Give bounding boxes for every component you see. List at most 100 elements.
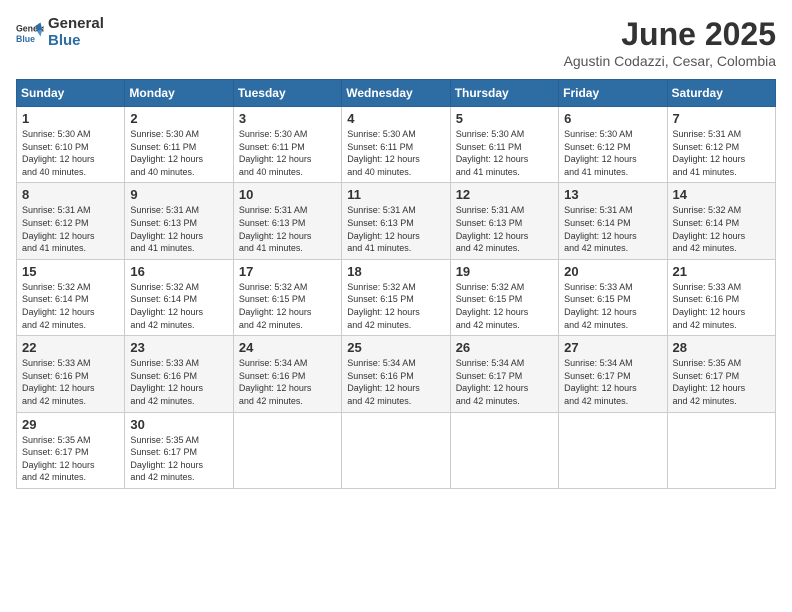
day-info: Sunrise: 5:31 AM Sunset: 6:13 PM Dayligh… [130, 204, 227, 254]
calendar-day-cell: 7 Sunrise: 5:31 AM Sunset: 6:12 PM Dayli… [667, 107, 775, 183]
day-number: 25 [347, 340, 444, 355]
day-number: 11 [347, 187, 444, 202]
day-number: 5 [456, 111, 553, 126]
day-number: 16 [130, 264, 227, 279]
calendar-header-row: SundayMondayTuesdayWednesdayThursdayFrid… [17, 80, 776, 107]
day-info: Sunrise: 5:31 AM Sunset: 6:13 PM Dayligh… [239, 204, 336, 254]
calendar-day-cell: 11 Sunrise: 5:31 AM Sunset: 6:13 PM Dayl… [342, 183, 450, 259]
calendar-day-cell: 28 Sunrise: 5:35 AM Sunset: 6:17 PM Dayl… [667, 336, 775, 412]
calendar-day-cell: 19 Sunrise: 5:32 AM Sunset: 6:15 PM Dayl… [450, 259, 558, 335]
day-number: 10 [239, 187, 336, 202]
calendar-day-cell: 21 Sunrise: 5:33 AM Sunset: 6:16 PM Dayl… [667, 259, 775, 335]
day-info: Sunrise: 5:34 AM Sunset: 6:17 PM Dayligh… [456, 357, 553, 407]
calendar-day-cell: 3 Sunrise: 5:30 AM Sunset: 6:11 PM Dayli… [233, 107, 341, 183]
day-info: Sunrise: 5:30 AM Sunset: 6:11 PM Dayligh… [130, 128, 227, 178]
day-number: 3 [239, 111, 336, 126]
calendar-day-cell [667, 412, 775, 488]
day-info: Sunrise: 5:32 AM Sunset: 6:15 PM Dayligh… [347, 281, 444, 331]
weekday-header: Thursday [450, 80, 558, 107]
calendar-week-row: 29 Sunrise: 5:35 AM Sunset: 6:17 PM Dayl… [17, 412, 776, 488]
calendar-day-cell: 16 Sunrise: 5:32 AM Sunset: 6:14 PM Dayl… [125, 259, 233, 335]
weekday-header: Saturday [667, 80, 775, 107]
day-info: Sunrise: 5:33 AM Sunset: 6:16 PM Dayligh… [673, 281, 770, 331]
day-info: Sunrise: 5:30 AM Sunset: 6:11 PM Dayligh… [456, 128, 553, 178]
weekday-header: Monday [125, 80, 233, 107]
calendar-day-cell: 5 Sunrise: 5:30 AM Sunset: 6:11 PM Dayli… [450, 107, 558, 183]
calendar-day-cell: 22 Sunrise: 5:33 AM Sunset: 6:16 PM Dayl… [17, 336, 125, 412]
header: General Blue General Blue June 2025 Agus… [16, 16, 776, 69]
calendar-day-cell: 23 Sunrise: 5:33 AM Sunset: 6:16 PM Dayl… [125, 336, 233, 412]
day-info: Sunrise: 5:30 AM Sunset: 6:11 PM Dayligh… [239, 128, 336, 178]
day-number: 20 [564, 264, 661, 279]
calendar-day-cell [233, 412, 341, 488]
calendar-day-cell [559, 412, 667, 488]
day-number: 24 [239, 340, 336, 355]
calendar-week-row: 8 Sunrise: 5:31 AM Sunset: 6:12 PM Dayli… [17, 183, 776, 259]
day-info: Sunrise: 5:32 AM Sunset: 6:14 PM Dayligh… [673, 204, 770, 254]
calendar-day-cell: 12 Sunrise: 5:31 AM Sunset: 6:13 PM Dayl… [450, 183, 558, 259]
calendar-day-cell: 24 Sunrise: 5:34 AM Sunset: 6:16 PM Dayl… [233, 336, 341, 412]
calendar-day-cell: 30 Sunrise: 5:35 AM Sunset: 6:17 PM Dayl… [125, 412, 233, 488]
calendar-week-row: 1 Sunrise: 5:30 AM Sunset: 6:10 PM Dayli… [17, 107, 776, 183]
day-info: Sunrise: 5:30 AM Sunset: 6:12 PM Dayligh… [564, 128, 661, 178]
day-number: 18 [347, 264, 444, 279]
day-info: Sunrise: 5:31 AM Sunset: 6:12 PM Dayligh… [22, 204, 119, 254]
calendar-day-cell: 2 Sunrise: 5:30 AM Sunset: 6:11 PM Dayli… [125, 107, 233, 183]
day-number: 29 [22, 417, 119, 432]
day-number: 17 [239, 264, 336, 279]
day-number: 1 [22, 111, 119, 126]
day-number: 28 [673, 340, 770, 355]
title-area: June 2025 Agustin Codazzi, Cesar, Colomb… [564, 16, 776, 69]
calendar-day-cell: 26 Sunrise: 5:34 AM Sunset: 6:17 PM Dayl… [450, 336, 558, 412]
calendar-day-cell [450, 412, 558, 488]
day-info: Sunrise: 5:33 AM Sunset: 6:15 PM Dayligh… [564, 281, 661, 331]
weekday-header: Tuesday [233, 80, 341, 107]
day-number: 8 [22, 187, 119, 202]
day-info: Sunrise: 5:31 AM Sunset: 6:13 PM Dayligh… [456, 204, 553, 254]
weekday-header: Sunday [17, 80, 125, 107]
day-number: 12 [456, 187, 553, 202]
svg-text:Blue: Blue [16, 33, 35, 43]
calendar-day-cell: 27 Sunrise: 5:34 AM Sunset: 6:17 PM Dayl… [559, 336, 667, 412]
day-info: Sunrise: 5:32 AM Sunset: 6:15 PM Dayligh… [239, 281, 336, 331]
day-info: Sunrise: 5:31 AM Sunset: 6:13 PM Dayligh… [347, 204, 444, 254]
calendar-day-cell [342, 412, 450, 488]
day-info: Sunrise: 5:33 AM Sunset: 6:16 PM Dayligh… [130, 357, 227, 407]
day-info: Sunrise: 5:31 AM Sunset: 6:14 PM Dayligh… [564, 204, 661, 254]
location-subtitle: Agustin Codazzi, Cesar, Colombia [564, 53, 776, 69]
logo-icon: General Blue [16, 19, 44, 47]
logo: General Blue General Blue [16, 16, 104, 49]
calendar-day-cell: 4 Sunrise: 5:30 AM Sunset: 6:11 PM Dayli… [342, 107, 450, 183]
day-info: Sunrise: 5:30 AM Sunset: 6:10 PM Dayligh… [22, 128, 119, 178]
day-number: 13 [564, 187, 661, 202]
day-number: 4 [347, 111, 444, 126]
calendar-day-cell: 18 Sunrise: 5:32 AM Sunset: 6:15 PM Dayl… [342, 259, 450, 335]
day-number: 21 [673, 264, 770, 279]
day-number: 6 [564, 111, 661, 126]
day-number: 26 [456, 340, 553, 355]
calendar-day-cell: 1 Sunrise: 5:30 AM Sunset: 6:10 PM Dayli… [17, 107, 125, 183]
calendar-week-row: 15 Sunrise: 5:32 AM Sunset: 6:14 PM Dayl… [17, 259, 776, 335]
day-info: Sunrise: 5:34 AM Sunset: 6:16 PM Dayligh… [239, 357, 336, 407]
day-number: 2 [130, 111, 227, 126]
day-number: 22 [22, 340, 119, 355]
logo-general-text: General [48, 16, 104, 33]
day-info: Sunrise: 5:32 AM Sunset: 6:14 PM Dayligh… [22, 281, 119, 331]
day-info: Sunrise: 5:35 AM Sunset: 6:17 PM Dayligh… [130, 434, 227, 484]
day-info: Sunrise: 5:35 AM Sunset: 6:17 PM Dayligh… [673, 357, 770, 407]
calendar-day-cell: 20 Sunrise: 5:33 AM Sunset: 6:15 PM Dayl… [559, 259, 667, 335]
day-info: Sunrise: 5:32 AM Sunset: 6:15 PM Dayligh… [456, 281, 553, 331]
day-number: 27 [564, 340, 661, 355]
day-number: 30 [130, 417, 227, 432]
calendar-week-row: 22 Sunrise: 5:33 AM Sunset: 6:16 PM Dayl… [17, 336, 776, 412]
calendar-day-cell: 29 Sunrise: 5:35 AM Sunset: 6:17 PM Dayl… [17, 412, 125, 488]
day-info: Sunrise: 5:30 AM Sunset: 6:11 PM Dayligh… [347, 128, 444, 178]
day-info: Sunrise: 5:35 AM Sunset: 6:17 PM Dayligh… [22, 434, 119, 484]
weekday-header: Wednesday [342, 80, 450, 107]
day-number: 9 [130, 187, 227, 202]
month-title: June 2025 [564, 16, 776, 53]
day-number: 7 [673, 111, 770, 126]
calendar-day-cell: 17 Sunrise: 5:32 AM Sunset: 6:15 PM Dayl… [233, 259, 341, 335]
calendar-day-cell: 25 Sunrise: 5:34 AM Sunset: 6:16 PM Dayl… [342, 336, 450, 412]
day-number: 14 [673, 187, 770, 202]
